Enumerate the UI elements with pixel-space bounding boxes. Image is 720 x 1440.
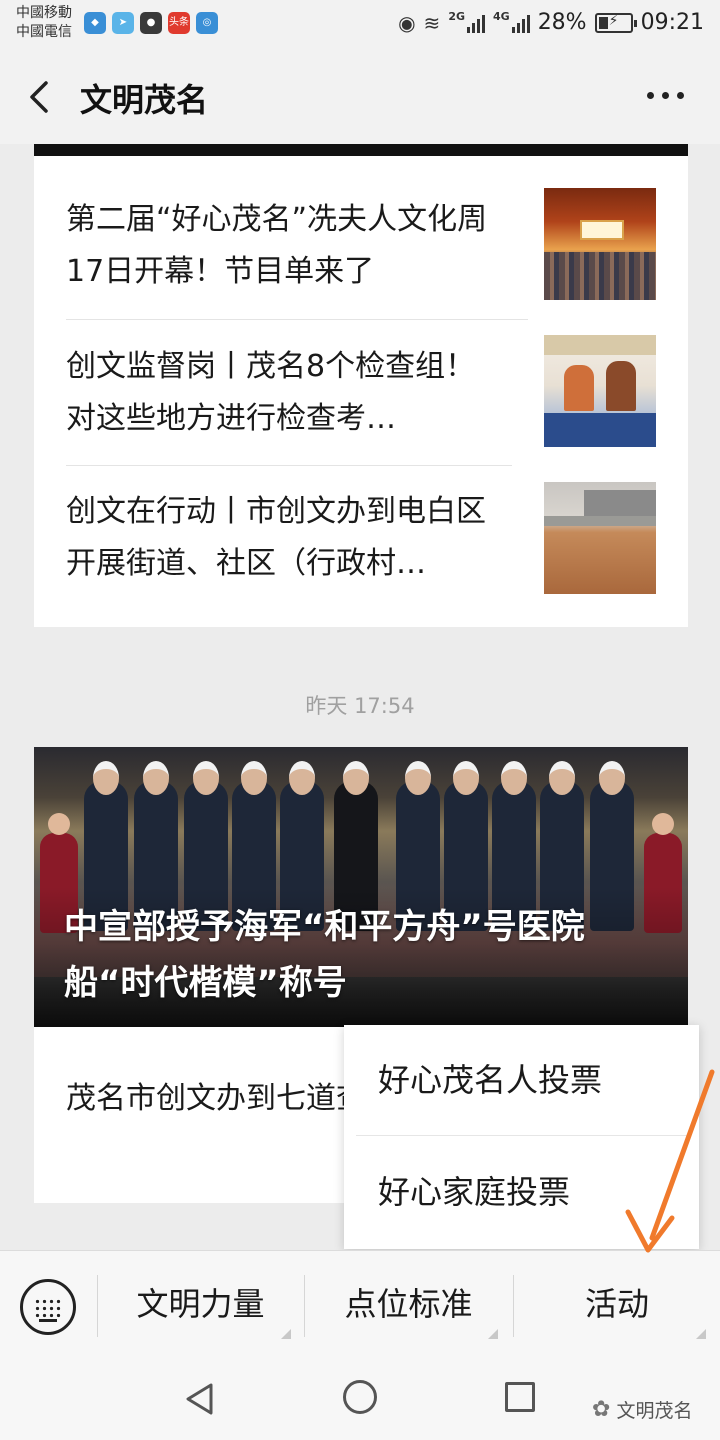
submenu-indicator-icon xyxy=(281,1329,291,1339)
bottom-menu-bar: 文明力量 点位标准 活动 xyxy=(0,1250,720,1356)
divider xyxy=(66,319,528,320)
network-4g-label: 4G xyxy=(493,10,510,23)
title-bar: 文明茂名 xyxy=(0,50,720,144)
submenu-item-good-person-vote[interactable]: 好心茂名人投票 xyxy=(344,1025,699,1135)
paper-plane-icon: ➤ xyxy=(112,12,134,34)
signal-icon xyxy=(467,13,485,33)
page-title: 文明茂名 xyxy=(80,81,209,119)
toutiao-icon: 头条 xyxy=(168,12,190,34)
menu-item-civilization-power[interactable]: 文明力量 xyxy=(98,1251,303,1357)
cover-image[interactable]: 中宣部授予海军“和平方舟”号医院船“时代楷模”称号 xyxy=(34,747,688,1027)
notification-icons: ◆ ➤ ● 头条 ◎ xyxy=(84,12,218,34)
article-thumbnail-1 xyxy=(544,188,656,300)
carrier-info: 中國移動 中國電信 xyxy=(16,4,72,42)
app-icon: ◎ xyxy=(196,12,218,34)
message-timestamp: 昨天 17:54 xyxy=(305,694,415,718)
system-nav-bar: ✿ 文明茂名 xyxy=(0,1356,720,1440)
article-thumbnail-3 xyxy=(544,482,656,594)
article-list-card: 第二届“好心茂名”冼夫人文化周17日开幕！节目单来了 创文监督岗丨茂名8个检查组… xyxy=(34,144,688,627)
article-thumbnail-2 xyxy=(544,335,656,447)
eye-icon: ◉ xyxy=(398,10,416,35)
article-title-2: 创文监督岗丨茂名8个检查组！对这些地方进行检查考… xyxy=(66,349,476,436)
menu-item-activity[interactable]: 活动 xyxy=(514,1251,720,1357)
submenu-divider xyxy=(356,1135,687,1136)
more-options-icon[interactable] xyxy=(647,92,684,99)
status-indicators: ◉ ≋ 2G 4G 28% ⚡ 09:21 xyxy=(398,10,704,35)
watermark: ✿ 文明茂名 xyxy=(592,1396,692,1423)
menu-item-point-standard[interactable]: 点位标准 xyxy=(305,1251,512,1357)
activity-submenu: 好心茂名人投票 好心家庭投票 xyxy=(344,1025,699,1249)
nav-back-icon[interactable] xyxy=(184,1382,216,1416)
article-title-1: 第二届“好心茂名”冼夫人文化周17日开幕！节目单来了 xyxy=(66,202,488,289)
shield-icon: ◆ xyxy=(84,12,106,34)
submenu-item-good-family-vote[interactable]: 好心家庭投票 xyxy=(344,1137,699,1247)
cover-caption: 中宣部授予海军“和平方舟”号医院船“时代楷模”称号 xyxy=(64,907,585,1003)
carrier-2: 中國電信 xyxy=(16,24,72,40)
article-title-3: 创文在行动丨市创文办到电白区开展街道、社区（行政村… xyxy=(66,494,486,581)
signal-icon-2 xyxy=(511,13,530,33)
wechat-icon: ● xyxy=(140,12,162,34)
keyboard-icon[interactable] xyxy=(20,1279,76,1335)
submenu-indicator-icon xyxy=(488,1329,498,1339)
battery-percent: 28% xyxy=(537,10,587,35)
nav-recent-apps-icon[interactable] xyxy=(505,1382,535,1412)
previous-cover-edge xyxy=(34,144,688,156)
battery-icon: ⚡ xyxy=(594,12,637,33)
divider xyxy=(66,465,512,466)
carrier-1: 中國移動 xyxy=(16,5,72,21)
wechat-official-account-icon: ✿ xyxy=(592,1397,611,1422)
submenu-indicator-icon xyxy=(696,1329,706,1339)
wifi-icon: ≋ xyxy=(423,10,441,35)
network-2g-label: 2G xyxy=(448,10,465,23)
nav-home-icon[interactable] xyxy=(343,1380,377,1414)
status-bar: 中國移動 中國電信 ◆ ➤ ● 头条 ◎ ◉ ≋ 2G 4G 28% ⚡ 09:… xyxy=(0,0,720,50)
clock: 09:21 xyxy=(640,10,704,35)
back-arrow-icon[interactable] xyxy=(26,80,54,114)
watermark-label: 文明茂名 xyxy=(616,1400,693,1422)
